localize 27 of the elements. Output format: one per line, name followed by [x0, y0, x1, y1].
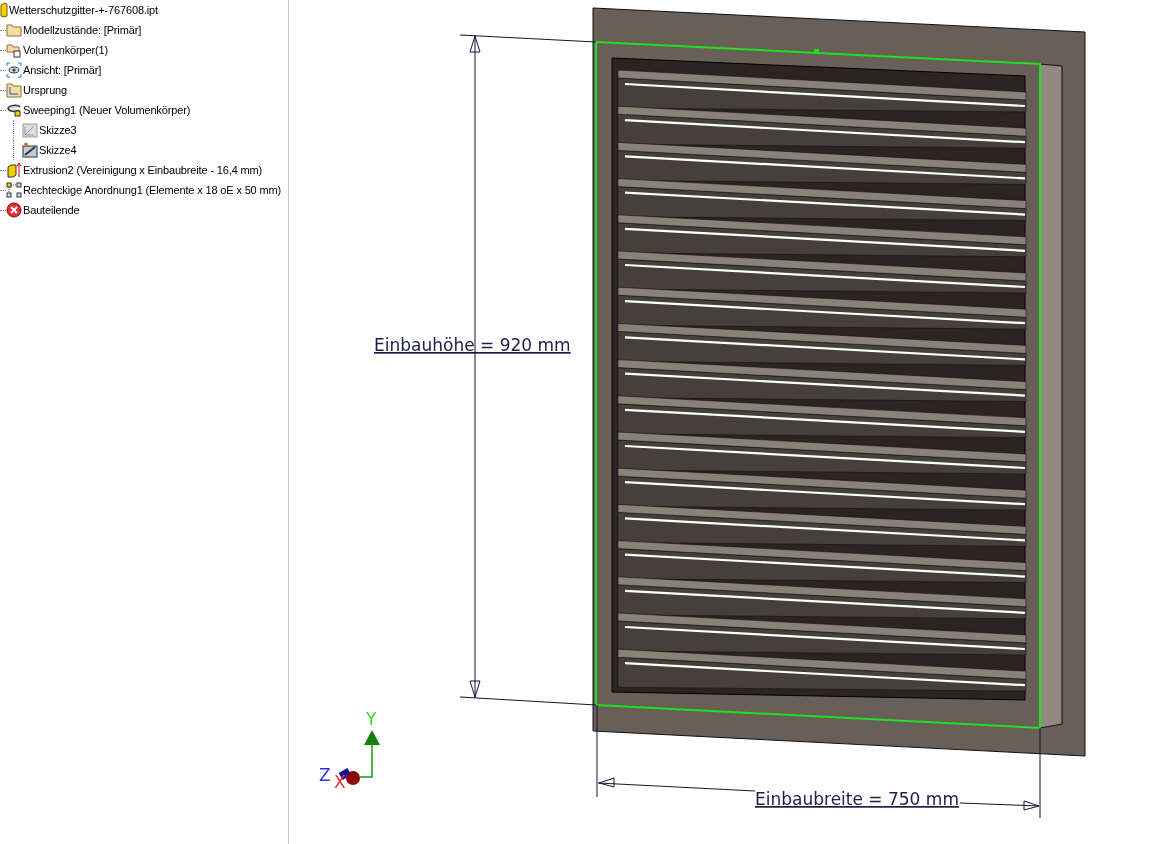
folder-icon — [6, 82, 22, 98]
z-axis-label: Z — [319, 765, 331, 785]
part-icon — [0, 2, 8, 18]
tree-item-label[interactable]: Extrusion2 (Vereinigung x Einbaubreite - 16,4 mm) — [23, 164, 263, 176]
folder-icon — [6, 42, 22, 58]
folder-icon — [6, 22, 22, 38]
eye-icon — [6, 62, 22, 78]
end-of-part-icon — [6, 202, 22, 218]
tree-item-label[interactable]: Ansicht: [Primär] — [23, 64, 102, 76]
tree-item-label[interactable]: Rechteckige Anordnung1 (Elemente x 18 oE x 50 mm) — [23, 184, 281, 196]
tree-item-label[interactable]: Modellzustände: [Primär] — [23, 24, 142, 36]
dimension-label[interactable]: Einbauhöhe = 920 mm — [374, 335, 571, 355]
tree-item-label[interactable]: Bauteilende — [23, 204, 80, 216]
tree-item-label[interactable]: Volumenkörper(1) — [23, 44, 109, 56]
x-axis-label: X — [334, 772, 346, 792]
sketch-icon — [22, 122, 38, 138]
tree-item[interactable]: Wetterschutzgitter-+-767608.ipt — [0, 0, 288, 20]
sketch-icon — [22, 142, 38, 158]
tree-item-label[interactable]: Skizze3 — [39, 124, 77, 136]
tree-item-label[interactable]: Skizze4 — [39, 144, 77, 156]
tree-item-label[interactable]: Ursprung — [23, 84, 68, 96]
extrude-icon — [6, 162, 22, 178]
sweep-icon — [6, 102, 22, 118]
tree-item-label: Wetterschutzgitter-+-767608.ipt — [9, 4, 158, 16]
tree-item-label[interactable]: Sweeping1 (Neuer Volumenkörper) — [23, 104, 191, 116]
y-axis-label: Y — [366, 709, 377, 729]
rectangular-pattern-icon — [6, 182, 22, 198]
